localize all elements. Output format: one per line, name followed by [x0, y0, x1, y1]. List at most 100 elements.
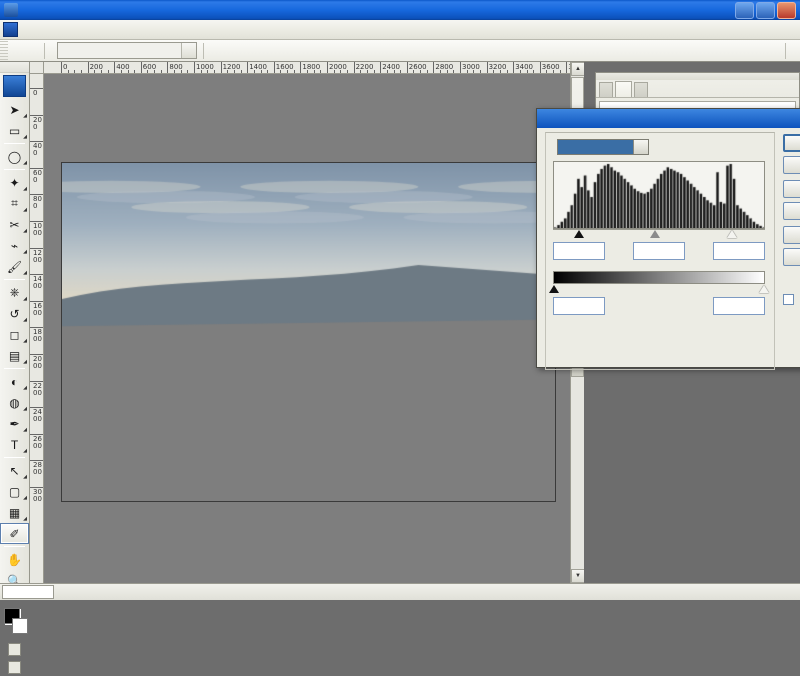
input-gamma-slider[interactable]	[650, 230, 660, 238]
document-restore-button[interactable]	[760, 24, 774, 36]
menu-view[interactable]	[121, 28, 135, 32]
menu-file[interactable]	[23, 28, 37, 32]
input-white-field[interactable]	[713, 242, 765, 260]
eraser-tool[interactable]: ◻◢	[0, 324, 29, 345]
workspace-area	[748, 43, 800, 59]
toolbox-divider	[4, 546, 25, 547]
menu-filter[interactable]	[93, 28, 107, 32]
standard-mode-icon[interactable]	[8, 643, 21, 656]
scroll-up-arrow[interactable]: ▲	[571, 62, 585, 76]
document-image[interactable]	[61, 162, 556, 502]
color-swatches	[0, 606, 29, 640]
eyedropper-icon[interactable]	[11, 42, 33, 60]
magic-wand-tool[interactable]: ✦◢	[0, 172, 29, 193]
healing-brush-tool[interactable]: ⌁◢	[0, 235, 29, 256]
menu-window[interactable]	[135, 28, 149, 32]
workspace-preset-icon[interactable]	[748, 43, 766, 59]
output-black-slider[interactable]	[549, 285, 559, 293]
scroll-down-arrow[interactable]: ▼	[571, 569, 585, 583]
levels-dialog[interactable]	[536, 108, 800, 368]
tool-submenu-indicator-icon: ◢	[23, 407, 27, 412]
type-tool[interactable]: T◢	[0, 434, 29, 455]
options-bar-grip[interactable]	[0, 41, 8, 61]
lasso-tool[interactable]: ◯◢	[0, 146, 29, 167]
slice-tool[interactable]: ✂◢	[0, 214, 29, 235]
ruler-tick-label: 2000	[329, 64, 347, 71]
path-selection-tool[interactable]: ↖◢	[0, 460, 29, 481]
channel-select[interactable]	[557, 139, 649, 155]
photoshop-app-icon	[4, 3, 18, 17]
ruler-tick-label: 3200	[489, 64, 507, 71]
menu-select[interactable]	[79, 28, 93, 32]
tool-submenu-indicator-icon: ◢	[23, 449, 27, 454]
menu-layer[interactable]	[65, 28, 79, 32]
levels-histogram	[553, 161, 765, 229]
tool-submenu-indicator-icon: ◢	[23, 318, 27, 323]
vertical-ruler[interactable]: 0200400600800100012001400160018002000220…	[30, 74, 44, 583]
ruler-major-tick	[487, 62, 488, 74]
pen-tool[interactable]: ✒◢	[0, 413, 29, 434]
ruler-major-tick	[540, 62, 541, 74]
brush-icon: 🖌	[7, 260, 22, 274]
tool-submenu-indicator-icon: ◢	[23, 135, 27, 140]
chevron-down-icon	[633, 140, 648, 154]
panel-grip[interactable]	[596, 73, 799, 80]
ruler-tick-label: 3000	[462, 64, 480, 71]
input-white-slider[interactable]	[727, 230, 737, 238]
ruler-tick-label: 2800	[435, 64, 453, 71]
ruler-tick-label: 3400	[515, 64, 533, 71]
input-gamma-field[interactable]	[633, 242, 685, 260]
ruler-tick-label: 1800	[302, 64, 320, 71]
dodge-tool[interactable]: ◍◢	[0, 392, 29, 413]
levels-dialog-titlebar[interactable]	[537, 109, 800, 128]
menu-image[interactable]	[51, 28, 65, 32]
screen-mode-icon[interactable]	[8, 661, 21, 674]
tab-navigator[interactable]	[599, 82, 613, 97]
canvas-area[interactable]	[44, 74, 570, 583]
crop-tool[interactable]: ⌗◢	[0, 193, 29, 214]
window-close-button[interactable]	[777, 2, 796, 19]
brush-tool[interactable]: 🖌◢	[0, 256, 29, 277]
rectangle-tool[interactable]: ▢◢	[0, 481, 29, 502]
menu-analysis[interactable]	[107, 28, 121, 32]
hand-icon: ✋	[7, 553, 22, 567]
zoom-level-field[interactable]	[2, 585, 54, 599]
output-white-field[interactable]	[713, 297, 765, 315]
options-separator-3	[785, 43, 786, 59]
blur-tool[interactable]: ◐◢	[0, 371, 29, 392]
gradient-tool[interactable]: ▤◢	[0, 345, 29, 366]
move-tool[interactable]: ➤◢	[0, 99, 29, 120]
window-restore-button[interactable]	[756, 2, 775, 19]
hand-tool[interactable]: ✋	[0, 549, 29, 570]
tab-histogram[interactable]	[615, 81, 632, 97]
output-black-field[interactable]	[553, 297, 605, 315]
input-black-field[interactable]	[553, 242, 605, 260]
ruler-tick-label: 2800	[33, 462, 42, 476]
window-titlebar[interactable]	[0, 0, 800, 20]
tab-info[interactable]	[634, 82, 648, 97]
tool-submenu-indicator-icon: ◢	[23, 250, 27, 255]
menu-edit[interactable]	[37, 28, 51, 32]
horizontal-ruler[interactable]: 0200400600800100012001400160018002000220…	[44, 62, 570, 74]
document-close-button[interactable]	[780, 24, 794, 36]
marquee-icon: ▭	[9, 124, 20, 138]
background-color-swatch[interactable]	[12, 618, 28, 634]
marquee-tool[interactable]: ▭◢	[0, 120, 29, 141]
output-white-slider[interactable]	[759, 285, 769, 293]
menu-help[interactable]	[149, 28, 163, 32]
eyedropper-tool[interactable]: ✐	[0, 523, 29, 544]
channel-row	[553, 139, 800, 155]
ruler-tick-label: 3600	[542, 64, 560, 71]
notes-tool[interactable]: ▦◢	[0, 502, 29, 523]
ruler-major-tick	[221, 62, 222, 74]
input-black-slider[interactable]	[574, 230, 584, 238]
document-minimize-button[interactable]	[740, 24, 754, 36]
window-minimize-button[interactable]	[735, 2, 754, 19]
ruler-tick-label: 2000	[33, 356, 42, 370]
sample-size-select[interactable]	[57, 42, 197, 59]
clone-stamp-tool[interactable]: ⎈◢	[0, 282, 29, 303]
ruler-corner[interactable]	[30, 62, 44, 74]
toolbox-grip[interactable]	[0, 62, 29, 73]
ruler-tick-label: 2200	[33, 383, 42, 397]
history-brush-tool[interactable]: ↺◢	[0, 303, 29, 324]
